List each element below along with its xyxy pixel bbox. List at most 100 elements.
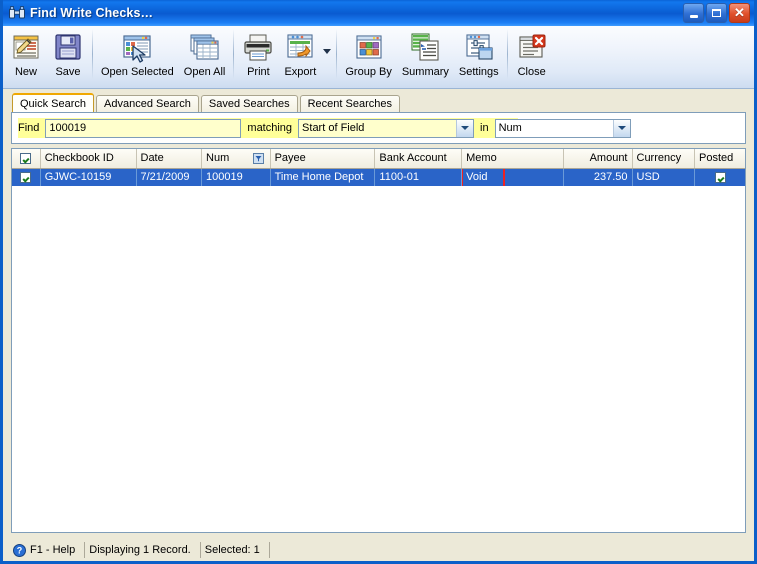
toolbar-button-print[interactable]: Print — [237, 26, 279, 84]
floppy-disk-icon — [52, 31, 84, 63]
cell-date: 7/21/2009 — [136, 168, 202, 186]
column-label-checkbook-id: Checkbook ID — [45, 152, 114, 164]
value-currency: USD — [637, 171, 660, 183]
toolbar-separator-4 — [507, 29, 508, 79]
row-select-checkbox[interactable] — [20, 172, 31, 183]
quick-search-panel: Find matching Start of Field in Num — [11, 112, 746, 144]
close-window-button[interactable]: ✕ — [729, 3, 750, 23]
summary-icon — [409, 31, 441, 63]
toolbar: New Save — [3, 26, 754, 89]
results-table: Checkbook ID Date Num Payee Bank Account… — [12, 149, 745, 186]
toolbar-button-summary[interactable]: Summary — [397, 26, 454, 84]
column-header-memo[interactable]: Memo — [462, 149, 564, 168]
in-label: in — [480, 122, 489, 134]
toolbar-label-new: New — [15, 66, 37, 78]
filter-icon[interactable] — [253, 153, 264, 164]
toolbar-button-group-by[interactable]: Group By — [340, 26, 396, 84]
close-window-icon — [516, 31, 548, 63]
row-select-cell[interactable] — [12, 168, 40, 186]
column-label-posted: Posted — [699, 152, 733, 164]
tab-saved-searches[interactable]: Saved Searches — [201, 95, 298, 112]
close-icon: ✕ — [734, 6, 745, 19]
cell-currency: USD — [632, 168, 695, 186]
toolbar-separator-1 — [92, 29, 93, 79]
toolbar-label-settings: Settings — [459, 66, 499, 78]
settings-icon — [463, 31, 495, 63]
value-bank-account: 1100-01 — [379, 171, 419, 183]
cell-amount: 237.50 — [563, 168, 632, 186]
status-record-count: Displaying 1 Record. — [85, 542, 201, 558]
cell-memo: Void — [462, 168, 564, 186]
toolbar-button-settings[interactable]: Settings — [454, 26, 504, 84]
select-all-checkbox[interactable] — [20, 153, 31, 164]
status-help-label: F1 - Help — [30, 542, 75, 558]
cell-posted — [695, 168, 746, 186]
table-row[interactable]: GJWC-10159 7/21/2009 100019 Time Home De… — [12, 168, 745, 186]
tab-label-saved-searches: Saved Searches — [209, 98, 290, 110]
toolbar-button-close[interactable]: Close — [511, 26, 553, 84]
toolbar-separator-2 — [233, 29, 234, 79]
status-bar: ? F1 - Help Displaying 1 Record. Selecte… — [3, 539, 754, 561]
toolbar-label-summary: Summary — [402, 66, 449, 78]
help-icon: ? — [13, 544, 26, 557]
value-date: 7/21/2009 — [141, 171, 190, 183]
toolbar-button-new[interactable]: New — [5, 26, 47, 84]
maximize-button[interactable] — [706, 3, 727, 23]
search-row: Find matching Start of Field in Num — [12, 113, 745, 143]
export-dropdown-button[interactable] — [321, 26, 333, 84]
posted-checkbox[interactable] — [715, 172, 726, 183]
chevron-down-icon[interactable] — [456, 120, 473, 137]
tab-quick-search[interactable]: Quick Search — [12, 93, 94, 112]
column-label-amount: Amount — [590, 152, 628, 164]
cell-bank-account: 1100-01 — [375, 168, 462, 186]
tab-recent-searches[interactable]: Recent Searches — [300, 95, 400, 112]
maximize-icon — [712, 9, 721, 17]
toolbar-button-save[interactable]: Save — [47, 26, 89, 84]
toolbar-button-open-all[interactable]: Open All — [179, 26, 231, 84]
svg-text:?: ? — [17, 545, 23, 555]
tab-label-advanced-search: Advanced Search — [104, 98, 191, 110]
column-header-num[interactable]: Num — [202, 149, 271, 168]
search-tabs: Quick Search Advanced Search Saved Searc… — [3, 93, 754, 112]
toolbar-label-open-all: Open All — [184, 66, 226, 78]
chevron-down-icon[interactable] — [613, 120, 630, 137]
matching-dropdown[interactable]: Start of Field — [298, 119, 474, 138]
minimize-icon — [690, 15, 698, 18]
binoculars-icon — [8, 4, 26, 22]
field-value: Num — [496, 120, 613, 137]
window-title: Find Write Checks… — [30, 6, 153, 20]
toolbar-button-export[interactable]: Export — [279, 26, 321, 84]
column-header-posted[interactable]: Posted — [695, 149, 746, 168]
toolbar-separator-3 — [336, 29, 337, 79]
column-header-payee[interactable]: Payee — [270, 149, 375, 168]
column-label-date: Date — [141, 152, 164, 164]
column-label-currency: Currency — [637, 152, 682, 164]
status-help[interactable]: ? F1 - Help — [9, 542, 85, 558]
column-header-checkbook-id[interactable]: Checkbook ID — [40, 149, 136, 168]
column-label-memo: Memo — [466, 152, 497, 164]
tab-advanced-search[interactable]: Advanced Search — [96, 95, 199, 112]
column-header-amount[interactable]: Amount — [563, 149, 632, 168]
search-input[interactable] — [45, 119, 241, 138]
cell-num: 100019 — [202, 168, 271, 186]
cell-checkbook-id: GJWC-10159 — [40, 168, 136, 186]
results-grid: Checkbook ID Date Num Payee Bank Account… — [11, 148, 746, 533]
column-header-select-all[interactable] — [12, 149, 40, 168]
cell-payee: Time Home Depot — [270, 168, 375, 186]
matching-value: Start of Field — [299, 120, 456, 137]
column-label-bank-account: Bank Account — [379, 152, 446, 164]
window-controls: ✕ — [683, 3, 750, 23]
field-dropdown[interactable]: Num — [495, 119, 631, 138]
group-by-icon — [353, 31, 385, 63]
value-checkbook-id: GJWC-10159 — [45, 171, 112, 183]
column-header-currency[interactable]: Currency — [632, 149, 695, 168]
tab-label-quick-search: Quick Search — [20, 98, 86, 110]
toolbar-label-export: Export — [284, 66, 316, 78]
open-selected-icon — [121, 31, 153, 63]
toolbar-label-save: Save — [55, 66, 80, 78]
minimize-button[interactable] — [683, 3, 704, 23]
find-label: Find — [18, 122, 39, 134]
toolbar-button-open-selected[interactable]: Open Selected — [96, 26, 179, 84]
column-header-bank-account[interactable]: Bank Account — [375, 149, 462, 168]
column-header-date[interactable]: Date — [136, 149, 202, 168]
